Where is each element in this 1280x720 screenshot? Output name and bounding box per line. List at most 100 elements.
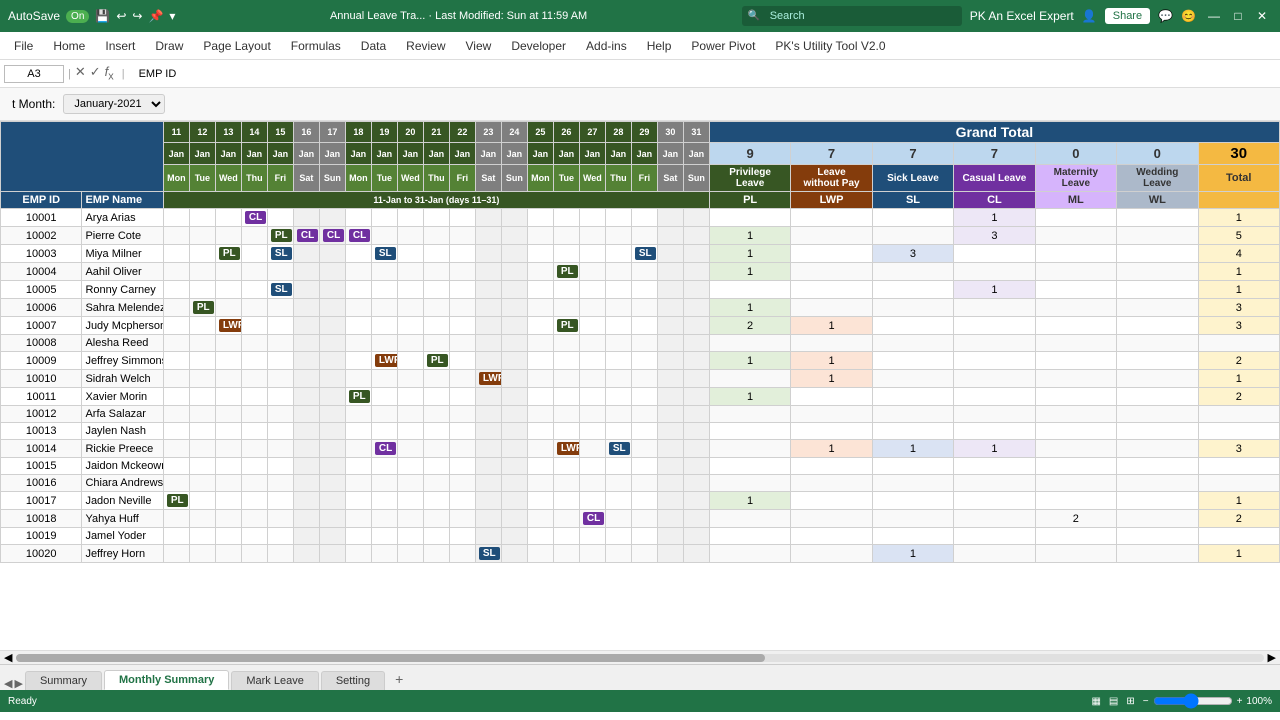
day-cell[interactable] [423,299,449,317]
day-cell[interactable] [293,475,319,492]
day-cell[interactable] [163,545,189,563]
comments-icon[interactable]: 💬 [1158,9,1173,23]
day-cell[interactable] [267,370,293,388]
day-cell[interactable] [553,352,579,370]
day-cell[interactable] [319,281,345,299]
day-cell[interactable] [475,227,501,245]
day-cell[interactable] [631,352,657,370]
day-cell[interactable] [293,245,319,263]
day-cell[interactable] [475,209,501,227]
day-cell[interactable] [423,317,449,335]
day-cell[interactable] [475,440,501,458]
day-cell[interactable] [345,406,371,423]
day-cell[interactable] [527,423,553,440]
day-cell[interactable] [163,528,189,545]
day-cell[interactable] [241,335,267,352]
day-cell[interactable] [423,406,449,423]
day-cell[interactable] [397,440,423,458]
day-cell[interactable] [657,209,683,227]
day-cell[interactable] [501,423,527,440]
day-cell[interactable] [657,475,683,492]
day-cell[interactable] [449,492,475,510]
day-cell[interactable] [267,352,293,370]
minimize-button[interactable]: — [1204,6,1224,26]
add-sheet-button[interactable]: + [387,668,411,690]
day-cell[interactable] [631,281,657,299]
day-cell[interactable] [657,510,683,528]
day-cell[interactable] [319,317,345,335]
day-cell[interactable] [241,510,267,528]
page-break-icon[interactable]: ⊞ [1126,696,1134,707]
day-cell[interactable] [163,281,189,299]
day-cell[interactable] [657,263,683,281]
day-cell[interactable] [371,475,397,492]
day-cell[interactable] [449,510,475,528]
day-cell[interactable] [397,458,423,475]
share-button[interactable]: Share [1105,8,1150,24]
day-cell[interactable] [319,370,345,388]
day-cell[interactable] [423,440,449,458]
day-cell[interactable] [579,388,605,406]
day-cell[interactable] [579,209,605,227]
day-cell[interactable] [605,423,631,440]
day-cell[interactable] [215,475,241,492]
day-cell[interactable] [631,458,657,475]
day-cell[interactable] [371,406,397,423]
tab-summary[interactable]: Summary [25,671,102,690]
day-cell[interactable] [449,209,475,227]
day-cell[interactable] [397,245,423,263]
confirm-formula-icon[interactable]: ✓ [90,64,101,83]
day-cell[interactable] [293,492,319,510]
day-cell[interactable] [319,352,345,370]
day-cell[interactable]: SL [267,281,293,299]
day-cell[interactable] [527,281,553,299]
day-cell[interactable] [449,317,475,335]
day-cell[interactable] [371,545,397,563]
day-cell[interactable]: PL [553,263,579,281]
day-cell[interactable] [345,545,371,563]
day-cell[interactable] [267,335,293,352]
day-cell[interactable] [449,423,475,440]
day-cell[interactable] [293,299,319,317]
day-cell[interactable] [319,388,345,406]
day-cell[interactable] [397,492,423,510]
day-cell[interactable] [631,335,657,352]
day-cell[interactable] [163,388,189,406]
day-cell[interactable] [657,281,683,299]
day-cell[interactable] [163,440,189,458]
day-cell[interactable] [527,510,553,528]
day-cell[interactable] [501,335,527,352]
day-cell[interactable]: CL [345,227,371,245]
day-cell[interactable] [475,510,501,528]
day-cell[interactable] [423,475,449,492]
day-cell[interactable] [501,317,527,335]
day-cell[interactable] [397,528,423,545]
day-cell[interactable] [657,440,683,458]
day-cell[interactable] [371,299,397,317]
day-cell[interactable] [579,263,605,281]
day-cell[interactable] [631,388,657,406]
day-cell[interactable]: PL [423,352,449,370]
day-cell[interactable] [163,475,189,492]
day-cell[interactable] [501,545,527,563]
day-cell[interactable] [527,492,553,510]
day-cell[interactable] [631,317,657,335]
day-cell[interactable] [501,227,527,245]
day-cell[interactable] [319,458,345,475]
day-cell[interactable] [397,209,423,227]
day-cell[interactable] [657,492,683,510]
day-cell[interactable] [553,281,579,299]
pin-icon[interactable]: 📌 [148,9,163,23]
day-cell[interactable] [345,335,371,352]
day-cell[interactable] [683,227,709,245]
day-cell[interactable] [371,492,397,510]
day-cell[interactable] [683,423,709,440]
day-cell[interactable] [371,528,397,545]
day-cell[interactable] [527,388,553,406]
day-cell[interactable] [189,458,215,475]
insert-function-icon[interactable]: fx [105,64,114,83]
day-cell[interactable] [579,299,605,317]
day-cell[interactable] [397,299,423,317]
day-cell[interactable] [189,227,215,245]
day-cell[interactable] [631,263,657,281]
